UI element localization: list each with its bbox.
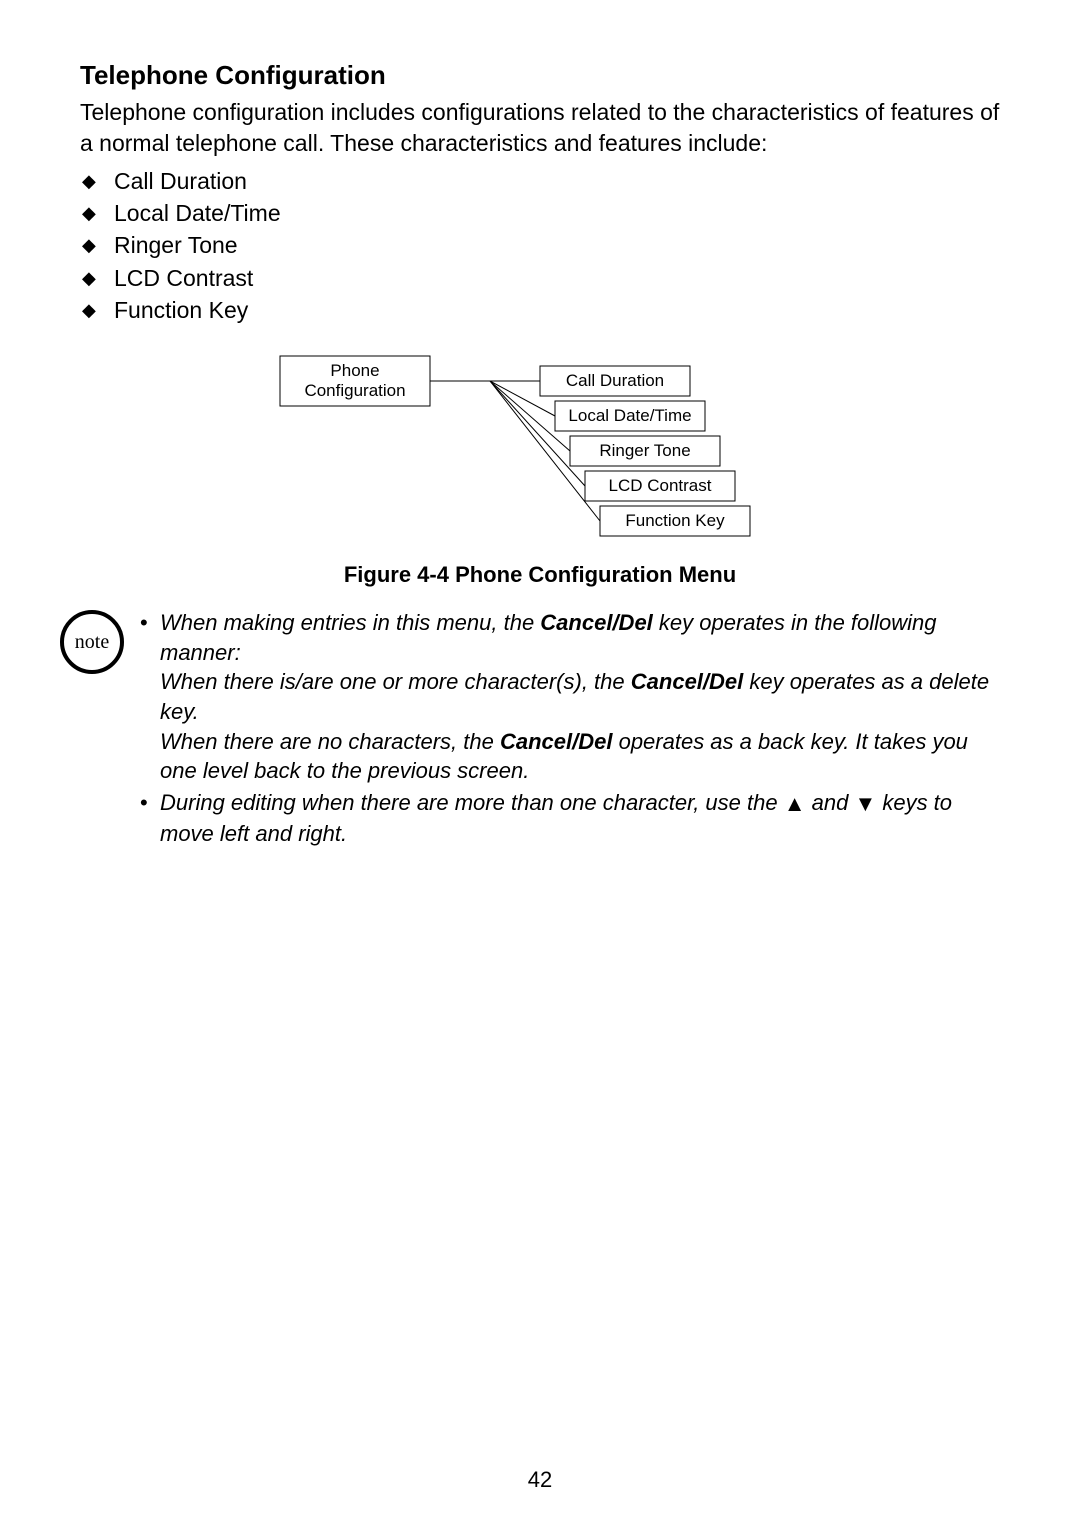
page: Telephone Configuration Telephone config…: [0, 0, 1080, 1529]
section-title: Telephone Configuration: [80, 60, 1000, 91]
note-text: When there are no characters, the: [160, 729, 500, 754]
note-text: When making entries in this menu, the: [160, 610, 540, 635]
diagram-root-label-2: Configuration: [304, 381, 405, 400]
note-block: note When making entries in this menu, t…: [60, 608, 1000, 851]
menu-tree-diagram: Phone Configuration Call Duration Local …: [270, 346, 810, 556]
list-item: Function Key: [80, 294, 1000, 326]
list-item: LCD Contrast: [80, 262, 1000, 294]
diagram-item-label: Call Duration: [566, 371, 664, 390]
up-arrow-icon: ▲: [784, 789, 806, 819]
key-name: Cancel/Del: [540, 610, 653, 635]
diagram-item-label: Function Key: [625, 511, 725, 530]
key-name: Cancel/Del: [631, 669, 744, 694]
diagram-item-label: LCD Contrast: [609, 476, 712, 495]
key-name: Cancel/Del: [500, 729, 613, 754]
list-item: Local Date/Time: [80, 197, 1000, 229]
list-item: Call Duration: [80, 165, 1000, 197]
note-item: During editing when there are more than …: [140, 788, 1000, 848]
note-item: When making entries in this menu, the Ca…: [140, 608, 1000, 786]
diagram-root-label-1: Phone: [330, 361, 379, 380]
note-text: During editing when there are more than …: [160, 790, 784, 815]
diagram-container: Phone Configuration Call Duration Local …: [80, 346, 1000, 556]
note-body: When making entries in this menu, the Ca…: [140, 608, 1000, 851]
page-number: 42: [0, 1467, 1080, 1493]
note-text: When there is/are one or more character(…: [160, 669, 631, 694]
figure-caption: Figure 4-4 Phone Configuration Menu: [80, 562, 1000, 588]
note-icon: note: [60, 610, 124, 674]
diagram-item-label: Local Date/Time: [568, 406, 691, 425]
diagram-item-label: Ringer Tone: [599, 441, 690, 460]
note-text: and: [806, 790, 855, 815]
list-item: Ringer Tone: [80, 229, 1000, 261]
intro-paragraph: Telephone configuration includes configu…: [80, 97, 1000, 159]
feature-list: Call Duration Local Date/Time Ringer Ton…: [80, 165, 1000, 326]
down-arrow-icon: ▼: [854, 789, 876, 819]
